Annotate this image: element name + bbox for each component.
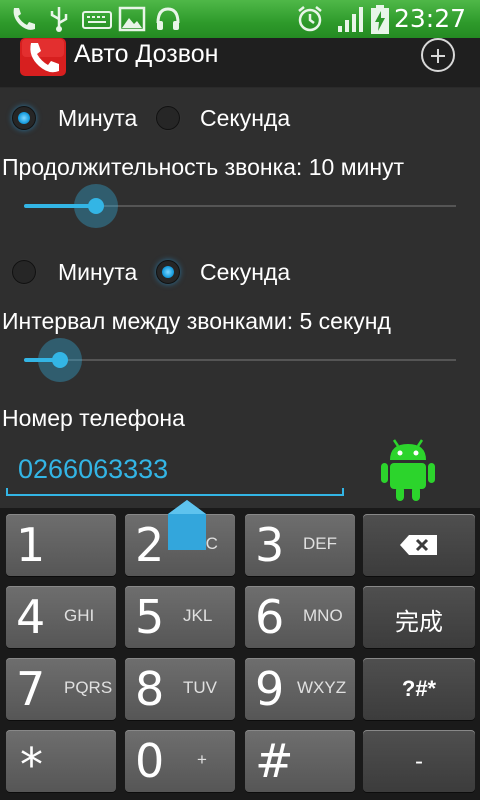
headset-icon: [156, 7, 180, 30]
radio-interval-minute[interactable]: [12, 260, 36, 284]
usb-icon: [50, 7, 68, 32]
key-letters: TUV: [183, 678, 217, 697]
key-label: 5: [135, 590, 165, 644]
add-circle-icon[interactable]: [421, 38, 455, 72]
phone-app-icon[interactable]: [20, 38, 66, 76]
key-label: -: [415, 748, 423, 775]
key-label: 9: [255, 662, 285, 716]
key-letters: WXYZ: [297, 678, 347, 697]
key-4[interactable]: 4 GHI: [6, 586, 116, 648]
interval-slider-thumb[interactable]: [38, 338, 82, 382]
key-letters: DEF: [303, 534, 337, 553]
key-1[interactable]: 1: [6, 514, 116, 576]
duration-label: Продолжительность звонка: 10 минут: [2, 154, 405, 180]
radio-interval-minute-label[interactable]: Минута: [58, 259, 137, 286]
app-title: Авто Дозвон: [74, 40, 219, 68]
key-label: 1: [16, 518, 46, 572]
key-star[interactable]: *: [6, 730, 116, 792]
key-done[interactable]: 完成: [363, 586, 475, 648]
key-5[interactable]: 5 JKL: [125, 586, 235, 648]
radio-duration-minute-label[interactable]: Минута: [58, 105, 137, 132]
phone-label: Номер телефона: [2, 405, 185, 431]
status-bar: 23:27: [0, 0, 480, 38]
radio-duration-minute[interactable]: [12, 106, 36, 130]
phone-number-field[interactable]: 0266063333: [6, 440, 344, 496]
radio-duration-second[interactable]: [156, 106, 180, 130]
key-letters: MNO: [303, 606, 343, 625]
numeric-keyboard: 1 2 ABC 3 DEF 4 GHI 5 JKL 6 MNO 完成 7 PQR…: [0, 508, 480, 800]
key-9[interactable]: 9 WXYZ: [245, 658, 355, 720]
clock: 23:27: [393, 4, 466, 33]
key-label: 3: [255, 518, 285, 572]
key-label: *: [20, 738, 43, 792]
key-label: 7: [16, 662, 46, 716]
key-7[interactable]: 7 PQRS: [6, 658, 116, 720]
key-6[interactable]: 6 MNO: [245, 586, 355, 648]
key-label: 2: [135, 518, 165, 572]
signal-icon: [338, 7, 363, 32]
keyboard-icon: [82, 11, 112, 29]
backspace-icon: [400, 535, 437, 555]
phone-icon: [13, 8, 35, 30]
key-0[interactable]: 0 +: [125, 730, 235, 792]
key-letters: JKL: [183, 606, 213, 625]
key-label: 6: [255, 590, 285, 644]
key-backspace[interactable]: [363, 514, 475, 576]
android-robot-icon[interactable]: [380, 436, 436, 502]
duration-slider-thumb[interactable]: [74, 184, 118, 228]
key-letters: GHI: [64, 606, 95, 625]
key-label: 8: [135, 662, 165, 716]
key-hash[interactable]: #: [245, 730, 355, 792]
key-label: #: [255, 734, 294, 788]
key-letters: +: [197, 750, 207, 769]
key-label: 4: [16, 590, 46, 644]
settings-panel: Минута Секунда Продолжительность звонка:…: [0, 88, 480, 508]
key-label: 0: [135, 734, 165, 788]
key-8[interactable]: 8 TUV: [125, 658, 235, 720]
key-label: ?#*: [401, 676, 437, 701]
battery-charging-icon: [371, 5, 389, 34]
interval-slider-track[interactable]: [24, 359, 456, 361]
alarm-icon: [298, 6, 322, 32]
radio-interval-second[interactable]: [156, 260, 180, 284]
phone-number-value[interactable]: 0266063333: [18, 454, 168, 485]
key-dash[interactable]: -: [363, 730, 475, 792]
radio-duration-second-label[interactable]: Секунда: [200, 105, 290, 132]
radio-interval-second-label[interactable]: Секунда: [200, 259, 290, 286]
phone-field-underline: [6, 488, 344, 496]
image-icon: [118, 6, 146, 32]
action-bar: Авто Дозвон: [0, 38, 480, 88]
interval-label: Интервал между звонками: 5 секунд: [2, 308, 391, 334]
key-3[interactable]: 3 DEF: [245, 514, 355, 576]
key-label: 完成: [395, 609, 443, 636]
text-cursor-handle[interactable]: [168, 500, 206, 550]
key-symbols[interactable]: ?#*: [363, 658, 475, 720]
key-letters: PQRS: [64, 678, 113, 697]
